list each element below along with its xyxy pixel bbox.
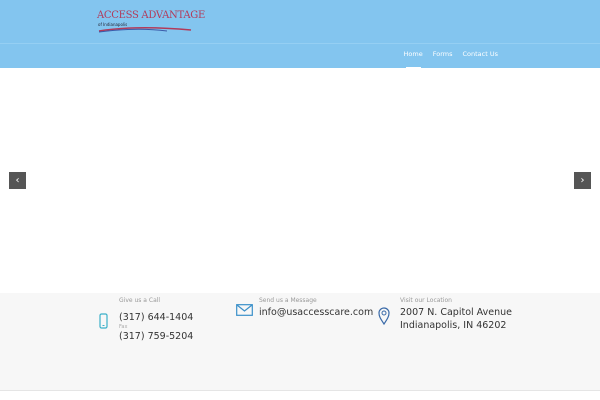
header-divider (0, 43, 600, 44)
fax-number: (317) 759-5204 (119, 331, 194, 342)
phone-number[interactable]: (317) 644-1404 (119, 311, 193, 324)
call-block: Give us a Call (317) 644-1404 Fax (317) … (119, 297, 193, 343)
logo[interactable]: ACCESS ADVANTAGE of Indianapolis (97, 10, 205, 34)
call-label: Give us a Call (119, 297, 161, 304)
email-link[interactable]: info@usaccesscare.com (259, 306, 373, 319)
logo-swoosh-icon (98, 27, 192, 33)
nav-forms[interactable]: Forms (433, 50, 453, 58)
hero-slider (0, 68, 600, 293)
contact-strip: Give us a Call (317) 644-1404 Fax (317) … (0, 293, 600, 391)
nav-home[interactable]: Home (404, 50, 423, 69)
slider-prev-button[interactable]: ‹ (9, 172, 26, 189)
address-line1: 2007 N. Capitol Avenue (400, 307, 512, 318)
message-label: Send us a Message (259, 297, 317, 304)
logo-text: ACCESS ADVANTAGE (97, 10, 205, 21)
main-nav: Home Forms Contact Us (404, 50, 499, 69)
envelope-icon (236, 304, 253, 316)
phone-icon (99, 313, 108, 329)
address-line2: Indianapolis, IN 46202 (400, 320, 507, 331)
location-pin-icon (378, 307, 390, 325)
nav-contact-us[interactable]: Contact Us (463, 50, 499, 58)
slider-next-button[interactable]: › (574, 172, 591, 189)
header: ACCESS ADVANTAGE of Indianapolis Home Fo… (0, 0, 600, 69)
location-block: Visit our Location 2007 N. Capitol Avenu… (400, 297, 512, 332)
message-block: Send us a Message info@usaccesscare.com (259, 297, 373, 319)
location-label: Visit our Location (400, 297, 452, 304)
